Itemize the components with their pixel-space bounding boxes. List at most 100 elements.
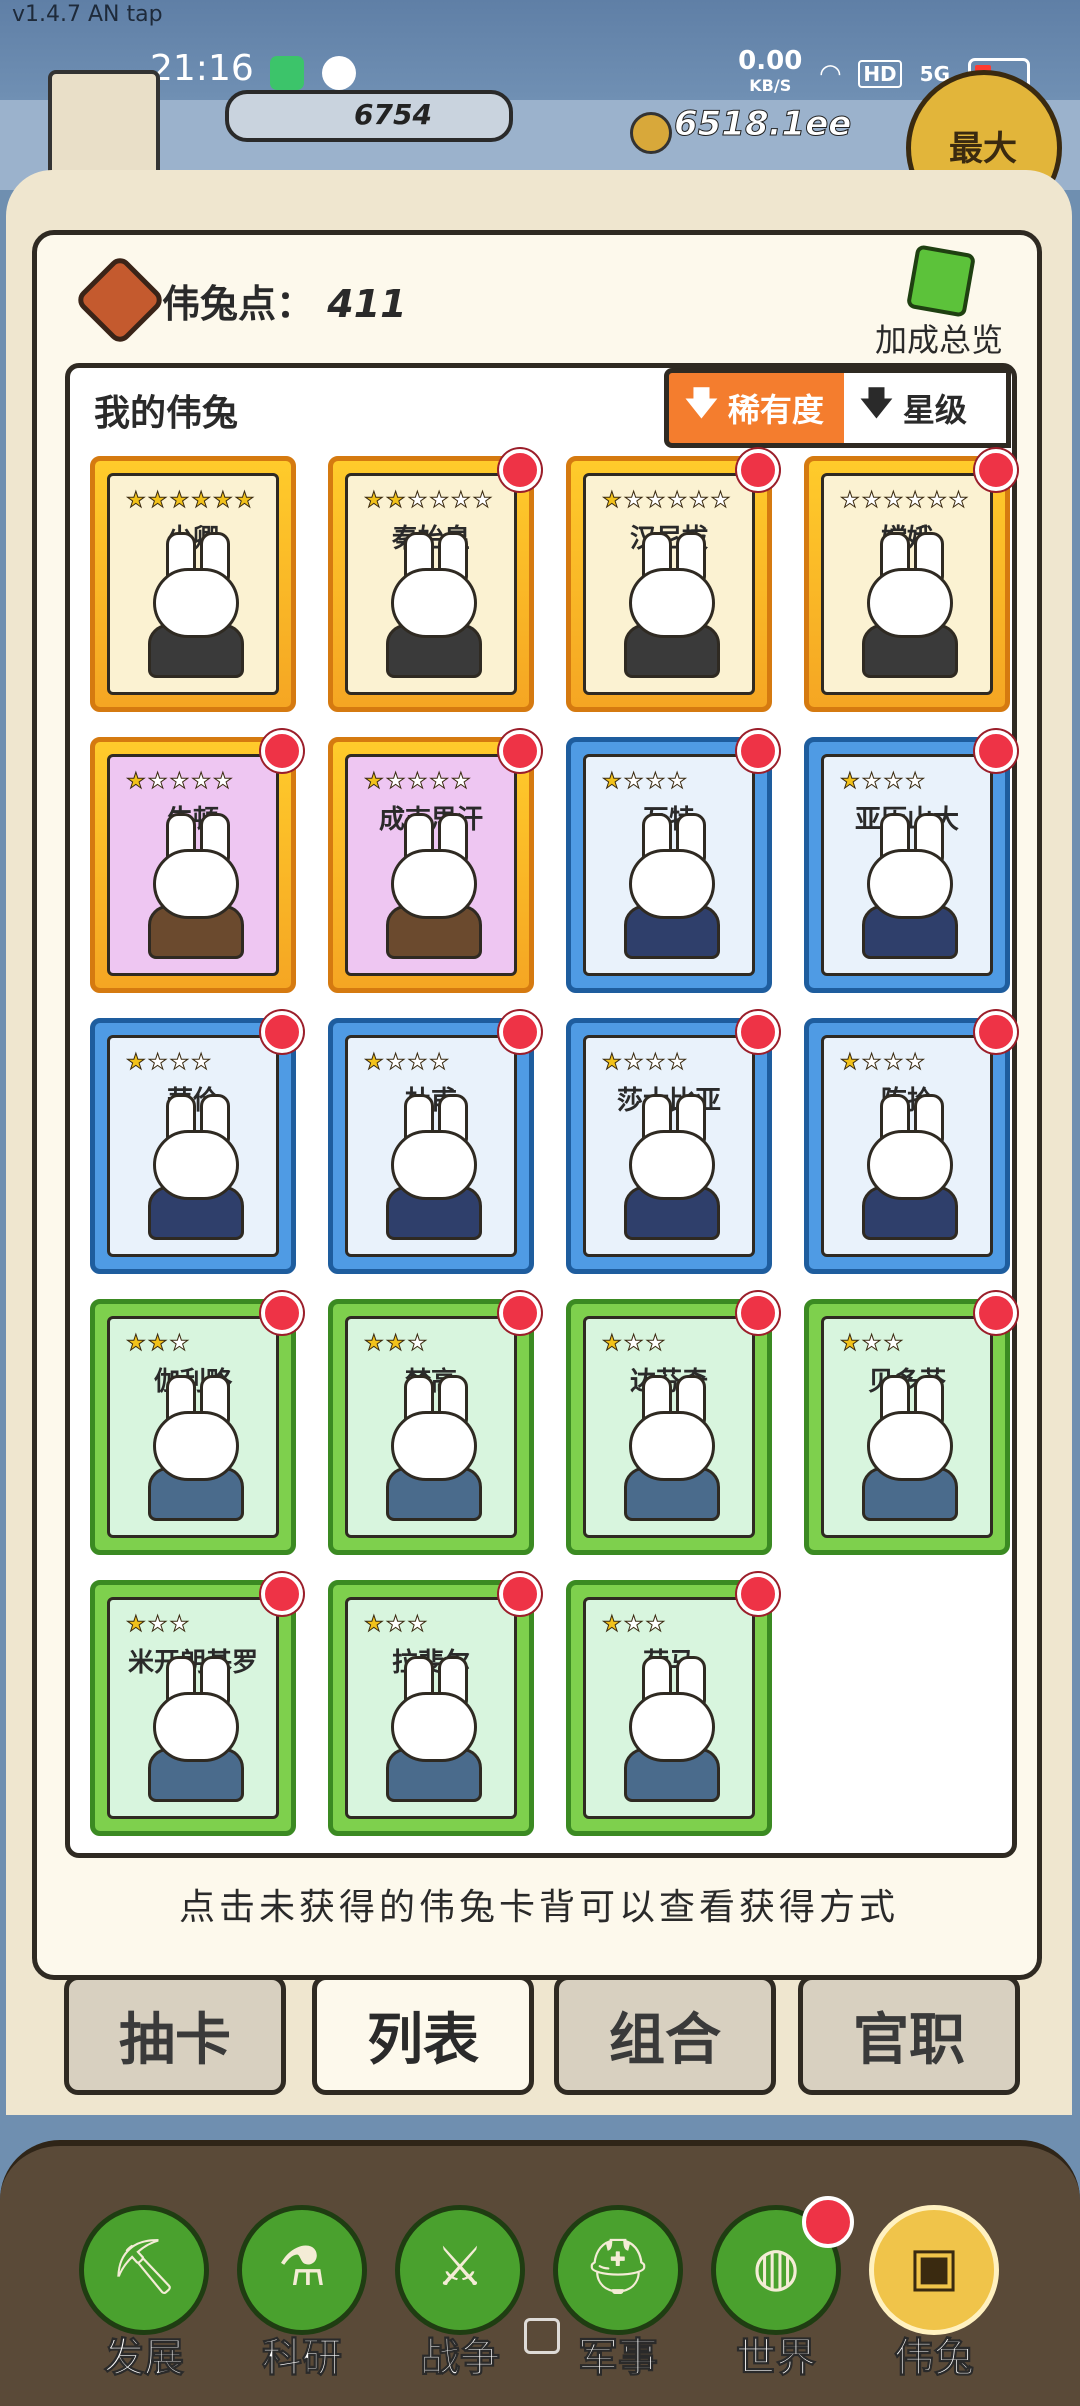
rabbit-card[interactable]: ★★★拉斐尔 [328,1573,541,1836]
rabbit-card[interactable]: ★★★★瓦特 [566,730,779,993]
star-empty-icon: ★ [861,769,884,795]
tab-draw[interactable]: 抽卡 [64,1975,286,2095]
new-badge [499,449,541,491]
star-filled-icon: ★ [364,769,386,795]
rabbit-card[interactable]: ★★★★莎士比亚 [566,1011,779,1274]
star-rating: ★★★★★★ [126,488,256,514]
card-art: ★★★达芬奇 [583,1316,755,1538]
rabbit-portrait [614,1094,724,1240]
nav-rabbits[interactable]: ▣ 伟兔 [864,2205,1004,2385]
rabbit-card[interactable]: ★★★★亚历山大 [804,730,1017,993]
world-notification-dot [802,2196,854,2248]
rabbit-points-icon [73,253,167,347]
new-badge [975,730,1017,772]
nav-research-label: 科研 [262,2335,343,2382]
star-rating: ★★★ [126,1331,191,1357]
nav-war[interactable]: ⚔ 战争 [390,2205,530,2385]
star-filled-icon: ★ [602,1612,624,1638]
star-empty-icon: ★ [905,488,927,514]
new-badge [499,1573,541,1615]
star-filled-icon: ★ [147,488,170,514]
rabbit-portrait [614,1375,724,1521]
star-empty-icon: ★ [450,769,473,795]
tab-office[interactable]: 官职 [798,1975,1020,2095]
star-filled-icon: ★ [840,1331,862,1357]
star-filled-icon: ★ [126,769,148,795]
star-rating: ★★★★★ [126,769,235,795]
star-empty-icon: ★ [861,488,884,514]
tab-combo[interactable]: 组合 [554,1975,776,2095]
star-empty-icon: ★ [147,1050,170,1076]
card-art: ★★★米开朗基罗 [107,1597,279,1819]
rabbit-card[interactable]: ★★★★杜甫 [328,1011,541,1274]
system-home-indicator[interactable] [524,2318,560,2354]
gold-coin-icon [630,112,672,154]
star-empty-icon: ★ [429,488,451,514]
star-empty-icon: ★ [407,1331,430,1357]
star-rating: ★★★★★★ [602,488,733,514]
rabbit-portrait [852,1094,962,1240]
card-art: ★★★★亚历山大 [821,754,993,976]
new-badge [975,1292,1017,1334]
net-unit: KB/S [749,76,792,95]
star-rating: ★★★ [602,1331,668,1357]
star-rating: ★★★★★ [364,769,473,795]
star-empty-icon: ★ [710,488,733,514]
star-empty-icon: ★ [645,1612,668,1638]
rabbit-card[interactable]: ★★★★★★秦始皇 [328,449,541,712]
new-badge [499,730,541,772]
star-empty-icon: ★ [429,769,451,795]
nav-develop[interactable]: ⛏ 发展 [74,2205,214,2385]
bonus-overview-icon[interactable] [905,244,977,318]
nav-military[interactable]: ⛑ 军事 [548,2205,688,2385]
rabbit-card[interactable]: ★★★达芬奇 [566,1292,779,1555]
wood-resource: 6754 [225,90,513,142]
card-art: ★★★梵高 [345,1316,517,1538]
rabbit-card[interactable]: ★★★★陈拾 [804,1011,1017,1274]
star-rating: ★★★ [840,1331,906,1357]
card-art: ★★★★★★少卿 [107,473,279,695]
rabbit-portrait [852,1375,962,1521]
star-empty-icon: ★ [623,769,646,795]
rabbit-card[interactable]: ★★★★華伦 [90,1011,303,1274]
star-empty-icon: ★ [385,1612,408,1638]
rabbit-card[interactable]: ★★★★★★少卿 [90,456,296,712]
nav-research[interactable]: ⚗ 科研 [232,2205,372,2385]
star-empty-icon: ★ [883,1050,906,1076]
new-badge [975,449,1017,491]
arrow-down-icon: 🡇 [860,384,893,422]
star-empty-icon: ★ [429,1050,451,1076]
star-empty-icon: ★ [645,1331,668,1357]
star-empty-icon: ★ [645,1050,668,1076]
rabbit-card[interactable]: ★★★米开朗基罗 [90,1573,303,1836]
star-rating: ★★★★★★ [364,488,494,514]
new-badge [737,1573,779,1615]
star-empty-icon: ★ [883,1331,906,1357]
rabbit-card[interactable]: ★★★★★成吉思汗 [328,730,541,993]
rabbit-portrait [614,813,724,959]
rabbit-card[interactable]: ★★★荷马 [566,1573,779,1836]
card-book: 伟兔点： 411 加成总览 我的伟兔 🡇 稀有度 🡇 星级 ★★★★★★少卿★★… [32,230,1042,1980]
new-badge [737,1292,779,1334]
nav-military-label: 军事 [578,2335,659,2382]
rabbit-card[interactable]: ★★★★★★汉尼拔 [566,449,779,712]
rabbit-card[interactable]: ★★★梵高 [328,1292,541,1555]
new-badge [737,449,779,491]
rabbit-portrait [852,813,962,959]
star-empty-icon: ★ [645,488,668,514]
star-empty-icon: ★ [883,769,906,795]
rabbit-card[interactable]: ★★★伽利略 [90,1292,303,1555]
star-rating: ★★★★ [364,1050,451,1076]
tab-list[interactable]: 列表 [312,1975,534,2095]
bonus-overview-button[interactable]: 加成总览 [875,315,1003,361]
rabbit-portrait [852,532,962,678]
rabbit-card[interactable]: ★★★贝多芬 [804,1292,1017,1555]
star-rating: ★★★ [364,1331,430,1357]
battery-saver-icon [270,56,304,90]
sort-star-button[interactable]: 🡇 星级 [844,368,1011,448]
star-filled-icon: ★ [126,1050,148,1076]
sort-rarity-button[interactable]: 🡇 稀有度 [664,368,854,448]
rabbit-card[interactable]: ★★★★★牛顿 [90,730,303,993]
star-filled-icon: ★ [364,1612,386,1638]
rabbit-card[interactable]: ★★★★★★嫦娥 [804,449,1017,712]
